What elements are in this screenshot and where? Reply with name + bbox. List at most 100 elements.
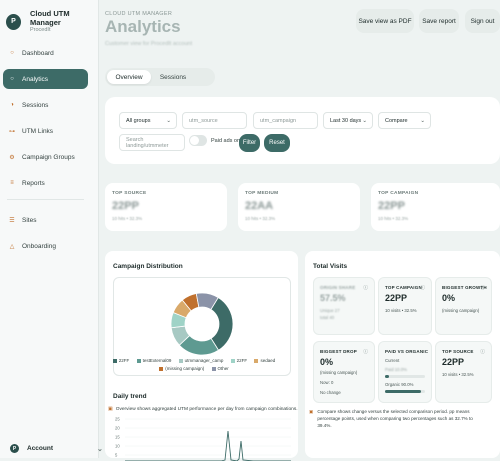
tv-line: Now: 0 [320, 380, 334, 385]
daily-trend-chart: 25 20 15 10 5 [115, 417, 291, 461]
campaign-legend: 22FF testExternal09 utmmanager_camp 22FF… [108, 357, 280, 373]
info-icon: ⓘ [480, 286, 485, 291]
search-input[interactable]: Search landing/utmmeter [119, 134, 185, 151]
total-visits-title: Total Visits [313, 263, 348, 270]
sidebar-item-label: UTM Links [22, 127, 54, 135]
trend-tick-label: 20 [115, 426, 120, 431]
kpi-meta: 10 hits • 32.3% [245, 216, 276, 221]
biggest-drop-card: BIGGEST DROP ⓘ 0% (missing campaign) Now… [313, 341, 375, 403]
triangle-icon: △ [9, 243, 15, 250]
legend-item: (missing campaign) [159, 365, 204, 373]
date-range-select[interactable]: Last 30 days ⌄ [323, 112, 373, 129]
legend-swatch [112, 358, 117, 363]
kpi-label: TOP CAMPAIGN [378, 191, 419, 196]
kpi-meta: 10 hits • 32.3% [112, 216, 143, 221]
paid-vs-organic-card: PAID VS ORGANIC Current Paid 10.0% Organ… [378, 341, 432, 403]
top-campaign-card: TOP CAMPAIGN ⓘ 22PP 10 visits • 32.5% [378, 277, 432, 335]
page-title: Analytics [105, 17, 181, 36]
sidebar-item-dashboard[interactable]: ○ Dashboard [3, 43, 88, 63]
legend-label: testExternal09 [142, 358, 172, 363]
sidebar-divider [7, 199, 84, 200]
sidebar-item-sites[interactable]: ☰ Sites [3, 210, 88, 230]
gear-icon: ⚙ [9, 154, 15, 161]
sidebar-item-utm-links[interactable]: ⊶ UTM Links [3, 121, 88, 141]
paid-progress-fill [385, 375, 389, 378]
legend-label: 22FF [118, 358, 130, 363]
trend-tick-label: 25 [115, 417, 120, 422]
utm-campaign-input[interactable]: utm_campaign [253, 112, 318, 129]
top-source-card: TOP SOURCE ⓘ 22PP 10 visits • 32.5% [435, 341, 492, 403]
page-subtitle: Customer view for ProcedIt account [105, 41, 193, 47]
sidebar-item-label: Onboarding [22, 242, 56, 250]
origin-share-card: ORIGIN SHARE ⓘ 57.5% Unique 27 total 40 [313, 277, 375, 335]
sidebar-item-label: Sessions [22, 101, 49, 109]
sidebar-item-campaign-groups[interactable]: ⚙ Campaign Groups [3, 147, 88, 167]
organic-progress-bar [385, 390, 425, 393]
sidebar-item-label: Sites [22, 216, 37, 224]
tv-line: 10 visits • 32.5% [442, 372, 474, 377]
chevron-down-icon: ⌄ [166, 117, 171, 124]
legend-label: 22FF [236, 358, 248, 363]
legend-item: utmmanager_camp [178, 357, 223, 365]
campaign-distribution-title: Campaign Distribution [113, 263, 183, 270]
sidebar-item-onboarding[interactable]: △ Onboarding [3, 236, 88, 256]
legend-label: sedaed [260, 358, 276, 363]
paid-progress-bar [385, 375, 425, 378]
paid-ads-toggle[interactable] [189, 135, 207, 146]
info-icon: ⓘ [363, 286, 368, 291]
compare-note-text: Compare shows change versus the selected… [317, 409, 473, 428]
tv-label: ORIGIN SHARE [320, 285, 356, 290]
tv-value: 22PP [385, 293, 408, 303]
tv-line: Organic 90.0% [385, 382, 414, 387]
compare-select[interactable]: Compare ⌄ [378, 112, 431, 129]
tab-sessions[interactable]: Sessions [153, 70, 193, 84]
compare-note: ▣ Compare shows change versus the selecte… [309, 408, 484, 429]
legend-label: Other [217, 366, 229, 371]
kpi-value: 22PP [378, 200, 405, 212]
sidebar-item-label: Analytics [22, 75, 49, 83]
legend-swatch [211, 366, 216, 371]
tv-label: PAID VS ORGANIC [385, 349, 429, 354]
sidebar-item-analytics[interactable]: ○ Analytics [3, 69, 88, 89]
filter-panel: All groups ⌄ utm_source utm_campaign Last… [105, 97, 500, 164]
link-icon: ⊶ [9, 128, 15, 135]
list-icon: ☰ [9, 217, 15, 224]
legend-item: sedaed [254, 357, 275, 365]
account-menu[interactable]: P Account ⌄ [10, 444, 103, 453]
tv-value: 22PP [442, 357, 465, 367]
tv-label: TOP SOURCE [442, 349, 474, 354]
circle-icon: ○ [10, 50, 14, 56]
daily-trend-note-text: Overview shows aggregated UTM performanc… [115, 406, 298, 412]
sidebar-item-reports[interactable]: ≡ Reports [3, 173, 88, 193]
tv-label: TOP CAMPAIGN [385, 285, 422, 290]
filter-button[interactable]: Filter [239, 134, 260, 152]
info-icon: ⓘ [480, 350, 485, 355]
donut-slice[interactable] [210, 297, 234, 351]
legend-label: (missing campaign) [165, 366, 205, 371]
legend-swatch [178, 358, 183, 363]
tv-label: BIGGEST DROP [320, 349, 357, 354]
sidebar-item-sessions[interactable]: ◑ Sessions [3, 95, 88, 115]
reset-button[interactable]: Reset [264, 134, 290, 152]
chevron-down-icon: ⌄ [362, 117, 367, 124]
group-select[interactable]: All groups ⌄ [119, 112, 177, 129]
half-circle-icon: ◑ [10, 102, 14, 108]
kpi-label: TOP SOURCE [112, 191, 147, 196]
legend-item: testExternal09 [136, 357, 172, 365]
tv-line: (missing campaign) [442, 308, 480, 313]
utm-source-input[interactable]: utm_source [182, 112, 247, 129]
brand-title: Cloud UTM Manager [30, 9, 70, 27]
view-tabs: Overview Sessions [105, 68, 215, 86]
sidebar-nav: ○ Dashboard ○ Analytics ◑ Sessions ⊶ UTM Lin… [3, 43, 88, 262]
daily-trend-note: ▣ Overview shows aggregated UTM performan… [108, 406, 298, 412]
trend-tick-label: 15 [115, 435, 120, 440]
save-report-button[interactable]: Save report [419, 9, 459, 33]
tv-line: Current [385, 358, 400, 363]
kpi-card-top-source: TOP SOURCE 22PP 10 hits • 32.3% [105, 183, 227, 231]
tab-overview[interactable]: Overview [107, 70, 151, 84]
sign-out-button[interactable]: Sign out [465, 9, 500, 33]
group-select-value: All groups [126, 117, 151, 124]
save-pdf-button[interactable]: Save view as PDF [356, 9, 414, 33]
tv-value: 0% [320, 357, 334, 367]
trend-tick-label: 5 [115, 453, 118, 458]
